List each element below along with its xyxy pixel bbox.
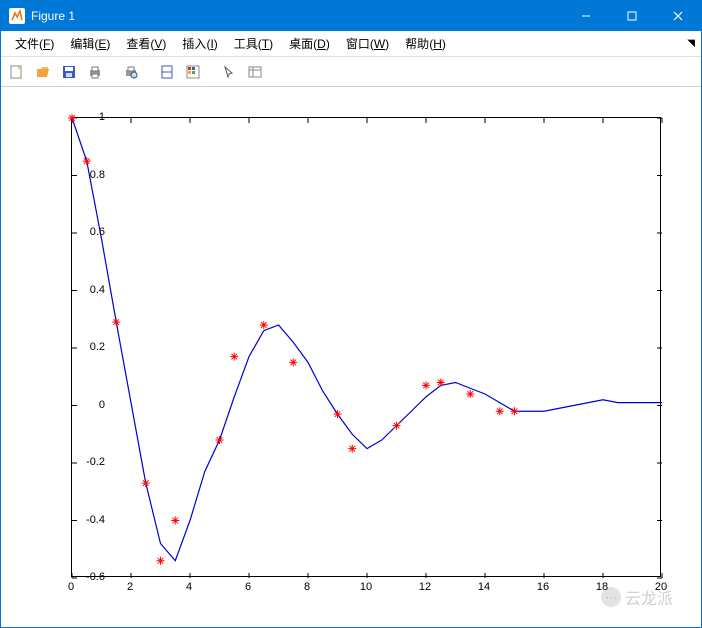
data-point-marker xyxy=(511,407,519,415)
data-point-marker xyxy=(348,445,356,453)
link-plot-button[interactable] xyxy=(155,60,179,84)
xtick-label: 20 xyxy=(655,581,667,593)
titlebar: Figure 1 xyxy=(1,1,701,31)
data-point-marker xyxy=(230,353,238,361)
figure-window: Figure 1 文件(F) 编辑(E) 查看(V) 插入(I) 工具(T) 桌… xyxy=(0,0,702,628)
close-button[interactable] xyxy=(655,1,701,31)
xtick-label: 8 xyxy=(304,581,310,593)
matlab-icon xyxy=(9,8,25,24)
menu-help[interactable]: 帮助(H) xyxy=(397,32,454,55)
data-point-marker xyxy=(496,407,504,415)
ytick-label: 0.2 xyxy=(65,341,105,353)
data-point-marker xyxy=(393,422,401,430)
minimize-button[interactable] xyxy=(563,1,609,31)
xtick-label: 14 xyxy=(478,581,490,593)
xtick-label: 10 xyxy=(360,581,372,593)
ytick-label: 0.4 xyxy=(65,284,105,296)
menu-insert[interactable]: 插入(I) xyxy=(174,32,225,55)
open-button[interactable] xyxy=(31,60,55,84)
plot-area: ⋯ 云龙派 -0.6-0.4-0.200.20.40.60.8102468101… xyxy=(1,87,701,627)
toolbar xyxy=(1,57,701,87)
xtick-label: 0 xyxy=(68,581,74,593)
window-title: Figure 1 xyxy=(31,9,563,23)
menubar-dropdown-icon[interactable]: ◥ xyxy=(687,38,695,49)
data-tips-button[interactable] xyxy=(243,60,267,84)
axes[interactable] xyxy=(71,117,661,577)
new-figure-button[interactable] xyxy=(5,60,29,84)
xtick-label: 2 xyxy=(127,581,133,593)
data-point-marker xyxy=(466,390,474,398)
chart-svg xyxy=(72,118,662,578)
data-point-marker xyxy=(142,479,150,487)
menu-view[interactable]: 查看(V) xyxy=(118,32,174,55)
data-point-marker xyxy=(289,358,297,366)
print-button[interactable] xyxy=(83,60,107,84)
maximize-button[interactable] xyxy=(609,1,655,31)
xtick-label: 4 xyxy=(186,581,192,593)
edit-plot-button[interactable] xyxy=(217,60,241,84)
menu-window[interactable]: 窗口(W) xyxy=(338,32,397,55)
data-point-marker xyxy=(260,321,268,329)
insert-colorbar-button[interactable] xyxy=(181,60,205,84)
xtick-label: 6 xyxy=(245,581,251,593)
data-point-marker xyxy=(216,436,224,444)
xtick-label: 12 xyxy=(419,581,431,593)
menu-edit[interactable]: 编辑(E) xyxy=(62,32,118,55)
menu-desktop[interactable]: 桌面(D) xyxy=(281,32,338,55)
data-point-marker xyxy=(83,157,91,165)
data-point-marker xyxy=(334,410,342,418)
data-point-marker xyxy=(437,379,445,387)
menu-file[interactable]: 文件(F) xyxy=(7,32,62,55)
line-series xyxy=(72,118,662,561)
xtick-label: 18 xyxy=(596,581,608,593)
menu-tools[interactable]: 工具(T) xyxy=(226,32,281,55)
data-point-marker xyxy=(171,517,179,525)
data-point-marker xyxy=(112,318,120,326)
ytick-label: -0.4 xyxy=(65,514,105,526)
xtick-label: 16 xyxy=(537,581,549,593)
data-point-marker xyxy=(157,557,165,565)
save-button[interactable] xyxy=(57,60,81,84)
print-preview-button[interactable] xyxy=(119,60,143,84)
ytick-label: 1 xyxy=(65,111,105,123)
ytick-label: -0.2 xyxy=(65,456,105,468)
ytick-label: 0.8 xyxy=(65,169,105,181)
ytick-label: 0 xyxy=(65,399,105,411)
data-point-marker xyxy=(422,381,430,389)
ytick-label: 0.6 xyxy=(65,226,105,238)
menubar: 文件(F) 编辑(E) 查看(V) 插入(I) 工具(T) 桌面(D) 窗口(W… xyxy=(1,31,701,57)
